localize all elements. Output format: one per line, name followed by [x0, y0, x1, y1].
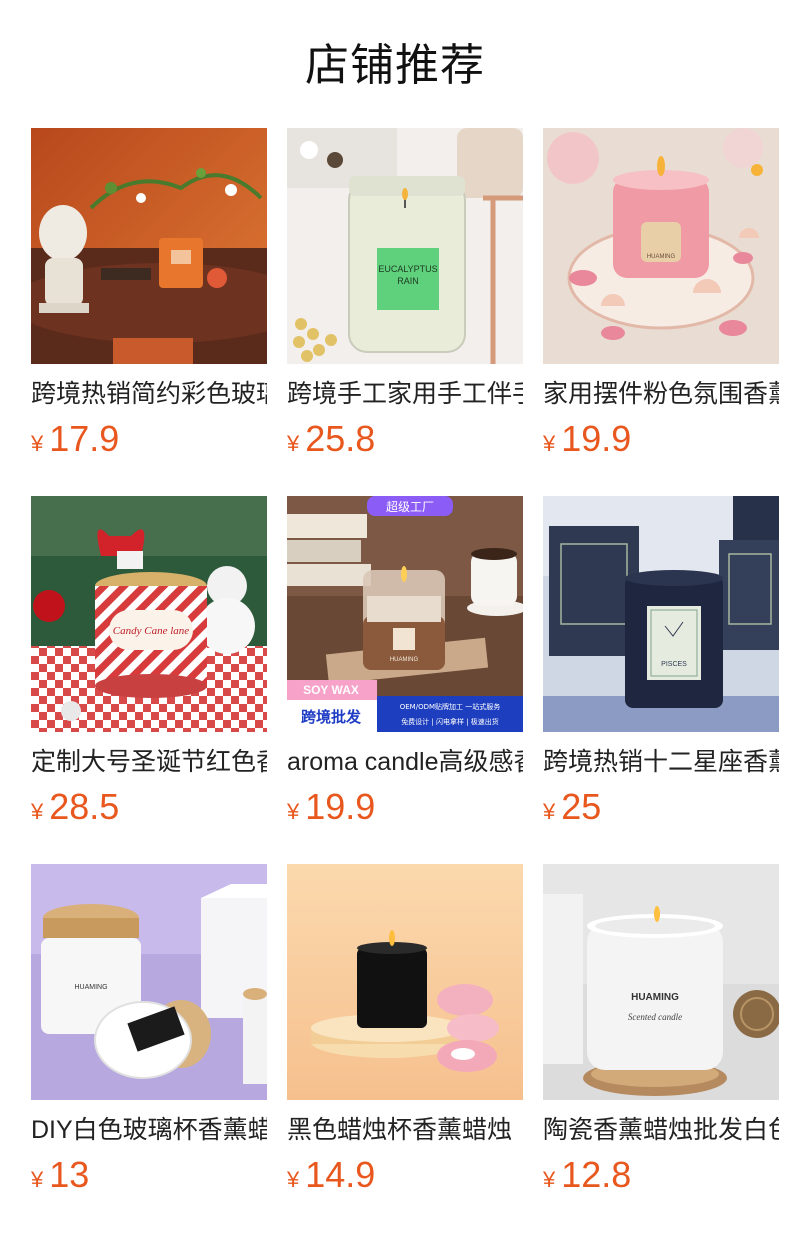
currency-symbol: ¥	[287, 1167, 300, 1192]
label-line2: RAIN	[397, 276, 419, 286]
currency-symbol: ¥	[31, 799, 44, 824]
pisces-zodiac-candle-image[interactable]: PISCES	[543, 496, 779, 732]
oem-text: OEM/ODM贴牌加工 一站式服务	[400, 702, 501, 711]
currency-symbol: ¥	[287, 431, 300, 456]
product-price: ¥14.9	[287, 1154, 523, 1196]
price-value: 12.8	[561, 1154, 632, 1195]
brand-text: HUAMING	[631, 992, 679, 1003]
sub-text: Scented candle	[628, 1012, 682, 1022]
product-name[interactable]: 家用摆件粉色氛围香薰蜡烛	[543, 378, 779, 410]
white-glass-wood-lid-candle-image[interactable]: HUAMING	[31, 864, 267, 1100]
product-card[interactable]: Candy Cane lane 定制大号圣诞节红色香薰蜡烛 ¥28.5	[31, 496, 267, 864]
label-text: PISCES	[661, 661, 687, 668]
price-value: 17.9	[49, 418, 120, 459]
product-card[interactable]: 黑色蜡烛杯香薰蜡烛 ¥14.9	[287, 864, 523, 1232]
price-value: 14.9	[305, 1154, 376, 1195]
product-price: ¥13	[31, 1154, 267, 1196]
product-price: ¥19.9	[287, 786, 523, 828]
product-card[interactable]: 跨境热销简约彩色玻璃杯香薰蜡烛 ¥17.9	[31, 128, 267, 496]
orange-candle-still-life-image[interactable]	[31, 128, 267, 364]
price-value: 19.9	[305, 786, 376, 827]
soy-wax-label: SOY WAX	[303, 683, 359, 697]
price-value: 28.5	[49, 786, 120, 827]
product-name[interactable]: DIY白色玻璃杯香薰蜡烛	[31, 1114, 267, 1146]
currency-symbol: ¥	[543, 799, 556, 824]
price-value: 25.8	[305, 418, 376, 459]
product-card[interactable]: PISCES 跨境热销十二星座香薰蜡烛 ¥25	[543, 496, 779, 864]
product-grid: 跨境热销简约彩色玻璃杯香薰蜡烛 ¥17.9	[31, 128, 779, 1232]
page-title: 店铺推荐	[305, 41, 485, 90]
product-price: ¥25.8	[287, 418, 523, 460]
currency-symbol: ¥	[31, 431, 44, 456]
product-name[interactable]: 跨境热销十二星座香薰蜡烛	[543, 746, 779, 778]
coffee-candle-factory-image[interactable]: HUAMING 超级工厂 SOY WAX 跨境批发 OEM/ODM贴牌加工 一站…	[287, 496, 523, 732]
price-value: 25	[561, 786, 602, 827]
brand-text: HUAMING	[390, 657, 419, 663]
currency-symbol: ¥	[31, 1167, 44, 1192]
currency-symbol: ¥	[543, 1167, 556, 1192]
wholesale-label: 跨境批发	[301, 708, 362, 726]
eucalyptus-rain-candle-image[interactable]: EUCALYPTUS RAIN	[287, 128, 523, 364]
label-line1: EUCALYPTUS	[378, 264, 437, 274]
product-card[interactable]: EUCALYPTUS RAIN 跨境手工家用手工伴手礼香薰蜡烛 ¥25.8	[287, 128, 523, 496]
brand-text: HUAMING	[647, 254, 676, 260]
product-price: ¥12.8	[543, 1154, 779, 1196]
brand-text: HUAMING	[74, 984, 107, 991]
product-price: ¥17.9	[31, 418, 267, 460]
price-value: 19.9	[561, 418, 632, 459]
ceramic-white-candle-image[interactable]: HUAMING Scented candle	[543, 864, 779, 1100]
product-name[interactable]: 黑色蜡烛杯香薰蜡烛	[287, 1114, 523, 1146]
price-value: 13	[49, 1154, 90, 1195]
product-name[interactable]: aroma candle高级感香薰蜡烛	[287, 746, 523, 778]
product-card[interactable]: HUAMING DIY白色玻璃杯香薰蜡烛 ¥13	[31, 864, 267, 1232]
product-name[interactable]: 定制大号圣诞节红色香薰蜡烛	[31, 746, 267, 778]
product-price: ¥28.5	[31, 786, 267, 828]
black-candle-macaron-image[interactable]	[287, 864, 523, 1100]
product-price: ¥19.9	[543, 418, 779, 460]
product-price: ¥25	[543, 786, 779, 828]
label-text: Candy Cane lane	[113, 625, 189, 637]
product-card[interactable]: HUAMING 超级工厂 SOY WAX 跨境批发 OEM/ODM贴牌加工 一站…	[287, 496, 523, 864]
product-name[interactable]: 跨境手工家用手工伴手礼香薰蜡烛	[287, 378, 523, 410]
pink-candle-shells-image[interactable]: HUAMING	[543, 128, 779, 364]
factory-badge: 超级工厂	[386, 499, 434, 514]
currency-symbol: ¥	[543, 431, 556, 456]
recommend-page: 店铺推荐 跨境热销简约彩色玻 ¥ 17.9 EUCALYPTUS RAIN 跨境…	[0, 0, 790, 1234]
product-name[interactable]: 跨境热销简约彩色玻璃杯香薰蜡烛	[31, 378, 267, 410]
service-text: 免费设计 | 闪电拿样 | 极速出货	[401, 717, 499, 726]
product-card[interactable]: HUAMING 家用摆件粉色氛围香薰蜡烛 ¥19.9	[543, 128, 779, 496]
product-card[interactable]: HUAMING Scented candle 陶瓷香薰蜡烛批发白色 ¥12.8	[543, 864, 779, 1232]
christmas-candy-cane-candle-image[interactable]: Candy Cane lane	[31, 496, 267, 732]
product-name[interactable]: 陶瓷香薰蜡烛批发白色	[543, 1114, 779, 1146]
currency-symbol: ¥	[287, 799, 300, 824]
